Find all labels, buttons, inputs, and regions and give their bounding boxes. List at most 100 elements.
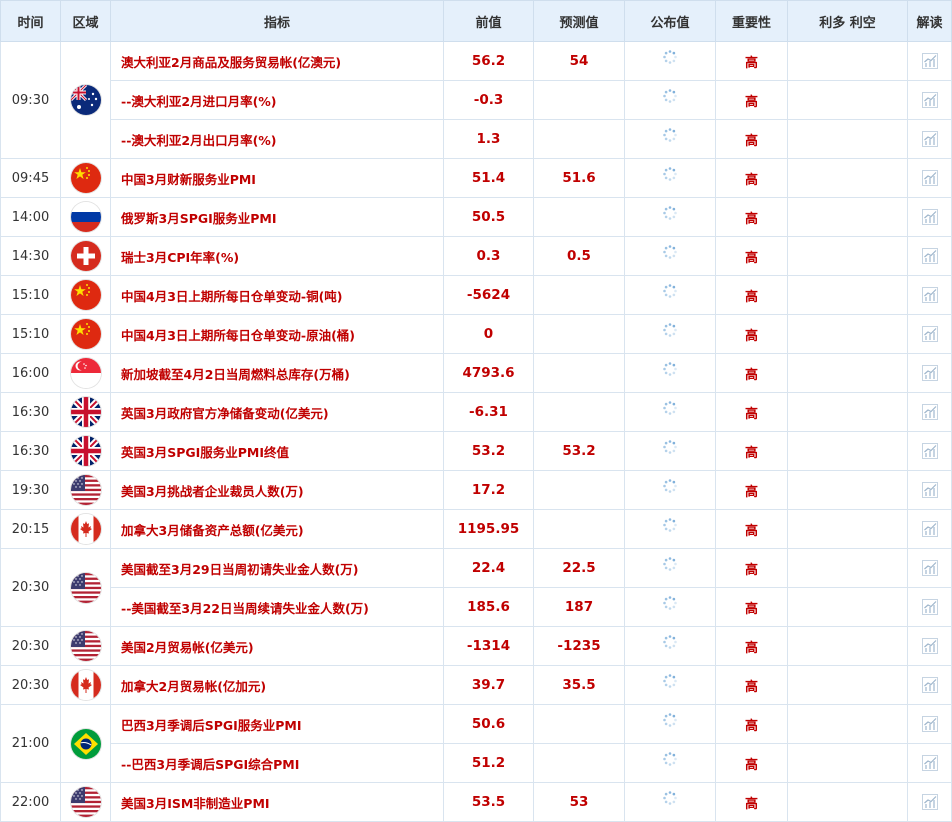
analysis-cell[interactable]: [907, 665, 952, 705]
previous-value: 185.6: [443, 587, 534, 627]
forecast-value: [533, 470, 625, 510]
actual-value: [624, 158, 716, 198]
indicator-link[interactable]: 巴西3月季调后SPGI服务业PMI: [110, 704, 444, 744]
region-cell: [60, 431, 111, 471]
line-chart-icon[interactable]: [921, 716, 939, 732]
line-chart-icon[interactable]: [921, 794, 939, 810]
actual-value: [624, 548, 716, 588]
line-chart-icon[interactable]: [921, 755, 939, 771]
indicator-link[interactable]: 俄罗斯3月SPGI服务业PMI: [110, 197, 444, 237]
analysis-cell[interactable]: [907, 80, 952, 120]
line-chart-icon[interactable]: [921, 131, 939, 147]
indicator-link[interactable]: --美国截至3月22日当周续请失业金人数(万): [110, 587, 444, 627]
previous-value: 53.2: [443, 431, 534, 471]
indicator-link[interactable]: 加拿大3月储备资产总额(亿美元): [110, 509, 444, 549]
forecast-value: [533, 743, 625, 783]
header-actual: 公布值: [624, 0, 716, 42]
table-row: 09:45 中国3月财新服务业PMI 51.4 51.6 高: [0, 158, 952, 198]
line-chart-icon[interactable]: [921, 677, 939, 693]
indicator-link[interactable]: 英国3月政府官方净储备变动(亿美元): [110, 392, 444, 432]
indicator-link[interactable]: 美国截至3月29日当周初请失业金人数(万): [110, 548, 444, 588]
line-chart-icon[interactable]: [921, 365, 939, 381]
table-row: 21:00 巴西3月季调后SPGI服务业PMI 50.6 高: [0, 704, 952, 783]
analysis-cell[interactable]: [907, 470, 952, 510]
line-chart-icon[interactable]: [921, 170, 939, 186]
analysis-cell[interactable]: [907, 119, 952, 159]
calendar-table: 时间 区域 指标 前值 预测值 公布值 重要性 利多 利空 解读 09:30 澳大…: [0, 0, 952, 822]
line-chart-icon[interactable]: [921, 248, 939, 264]
analysis-cell[interactable]: [907, 353, 952, 393]
analysis-cell[interactable]: [907, 587, 952, 627]
forecast-value: 22.5: [533, 548, 625, 588]
line-chart-icon[interactable]: [921, 638, 939, 654]
importance-value: 高: [715, 470, 788, 510]
header-importance: 重要性: [715, 0, 788, 42]
indicator-link[interactable]: --澳大利亚2月出口月率(%): [110, 119, 444, 159]
uk-flag-icon: [70, 397, 101, 427]
line-chart-icon[interactable]: [921, 92, 939, 108]
line-chart-icon[interactable]: [921, 287, 939, 303]
impact-cell: [787, 587, 908, 627]
time-cell: 20:30: [0, 626, 61, 666]
importance-value: 高: [715, 665, 788, 705]
indicator-link[interactable]: 澳大利亚2月商品及服务贸易帐(亿澳元): [110, 41, 444, 81]
line-chart-icon[interactable]: [921, 443, 939, 459]
analysis-cell[interactable]: [907, 314, 952, 354]
header-analysis: 解读: [907, 0, 952, 42]
analysis-cell[interactable]: [907, 275, 952, 315]
line-chart-icon[interactable]: [921, 482, 939, 498]
previous-value: 1195.95: [443, 509, 534, 549]
line-chart-icon[interactable]: [921, 53, 939, 69]
line-chart-icon[interactable]: [921, 326, 939, 342]
analysis-cell[interactable]: [907, 236, 952, 276]
time-cell: 15:10: [0, 275, 61, 315]
analysis-cell[interactable]: [907, 197, 952, 237]
time-cell: 09:30: [0, 41, 61, 159]
indicator-link[interactable]: 中国3月财新服务业PMI: [110, 158, 444, 198]
region-cell: [60, 548, 111, 627]
header-forecast: 预测值: [533, 0, 625, 42]
actual-value: [624, 509, 716, 549]
previous-value: 39.7: [443, 665, 534, 705]
indicator-link[interactable]: --澳大利亚2月进口月率(%): [110, 80, 444, 120]
actual-value: [624, 743, 716, 783]
analysis-cell[interactable]: [907, 509, 952, 549]
analysis-cell[interactable]: [907, 392, 952, 432]
line-chart-icon[interactable]: [921, 560, 939, 576]
analysis-cell[interactable]: [907, 626, 952, 666]
actual-value: [624, 626, 716, 666]
indicator-link[interactable]: 加拿大2月贸易帐(亿加元): [110, 665, 444, 705]
time-cell: 19:30: [0, 470, 61, 510]
region-cell: [60, 470, 111, 510]
loading-spinner-icon: [662, 557, 678, 576]
line-chart-icon[interactable]: [921, 209, 939, 225]
analysis-cell[interactable]: [907, 548, 952, 588]
uk-flag-icon: [70, 436, 101, 466]
indicator-link[interactable]: 中国4月3日上期所每日仓单变动-原油(桶): [110, 314, 444, 354]
loading-spinner-icon: [662, 596, 678, 615]
analysis-cell[interactable]: [907, 743, 952, 783]
table-row: 14:00 俄罗斯3月SPGI服务业PMI 50.5 高: [0, 197, 952, 237]
indicator-link[interactable]: --巴西3月季调后SPGI综合PMI: [110, 743, 444, 783]
singapore-flag-icon: [70, 358, 101, 388]
indicator-link[interactable]: 美国3月挑战者企业裁员人数(万): [110, 470, 444, 510]
line-chart-icon[interactable]: [921, 404, 939, 420]
region-cell: [60, 353, 111, 393]
line-chart-icon[interactable]: [921, 521, 939, 537]
table-row: 19:30 美国3月挑战者企业裁员人数(万) 17.2 高: [0, 470, 952, 510]
previous-value: 51.2: [443, 743, 534, 783]
analysis-cell[interactable]: [907, 704, 952, 744]
analysis-cell[interactable]: [907, 158, 952, 198]
indicator-link[interactable]: 新加坡截至4月2日当周燃料总库存(万桶): [110, 353, 444, 393]
analysis-cell[interactable]: [907, 41, 952, 81]
actual-value: [624, 80, 716, 120]
indicator-link[interactable]: 美国2月贸易帐(亿美元): [110, 626, 444, 666]
indicator-link[interactable]: 瑞士3月CPI年率(%): [110, 236, 444, 276]
indicator-link[interactable]: 英国3月SPGI服务业PMI终值: [110, 431, 444, 471]
indicator-link[interactable]: 中国4月3日上期所每日仓单变动-铜(吨): [110, 275, 444, 315]
analysis-cell[interactable]: [907, 431, 952, 471]
actual-value: [624, 119, 716, 159]
importance-value: 高: [715, 314, 788, 354]
line-chart-icon[interactable]: [921, 599, 939, 615]
loading-spinner-icon: [662, 791, 678, 810]
